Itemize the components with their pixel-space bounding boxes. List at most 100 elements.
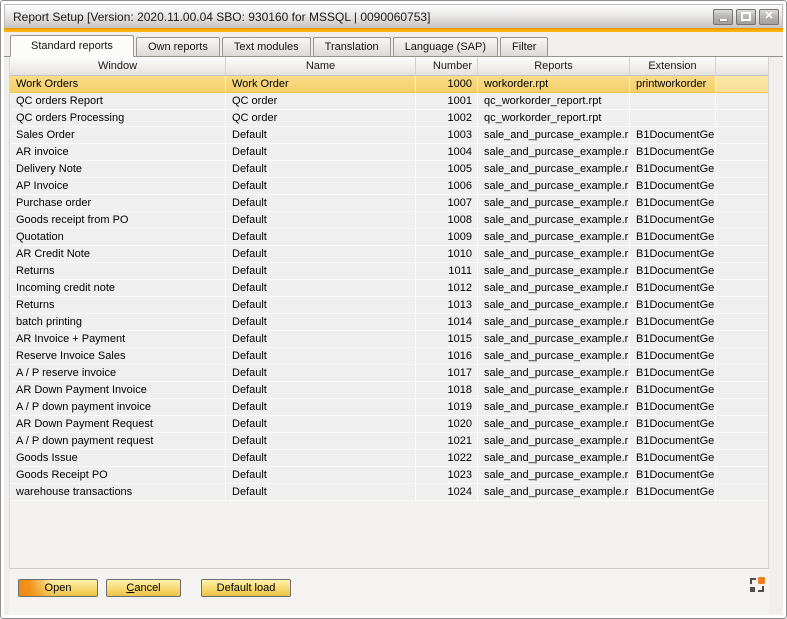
tab-own-reports[interactable]: Own reports <box>136 37 220 56</box>
column-header-reports[interactable]: Reports <box>478 57 630 75</box>
cell-window: Goods receipt from PO <box>10 212 226 228</box>
table-row[interactable]: QC orders Report QC order 1001 qc_workor… <box>10 93 768 110</box>
cell-extension: B1DocumentGenera <box>630 127 716 143</box>
cell-report: sale_and_purcase_example.rpt <box>478 467 630 483</box>
table-row[interactable]: batch printing Default 1014 sale_and_pur… <box>10 314 768 331</box>
default-load-button-label: Default load <box>202 580 290 596</box>
cell-blank <box>716 348 768 364</box>
table-row[interactable]: AR Invoice + Payment Default 1015 sale_a… <box>10 331 768 348</box>
table-row[interactable]: AR Down Payment Request Default 1020 sal… <box>10 416 768 433</box>
table-row[interactable]: Goods Issue Default 1022 sale_and_purcas… <box>10 450 768 467</box>
cell-number: 1007 <box>416 195 478 211</box>
cell-extension: B1DocumentGenera <box>630 331 716 347</box>
cell-extension: B1DocumentGenera <box>630 467 716 483</box>
cell-extension: B1DocumentGenera <box>630 433 716 449</box>
cell-report: sale_and_purcase_example.rpt <box>478 127 630 143</box>
cell-name: Work Order <box>226 76 416 92</box>
cell-name: Default <box>226 365 416 381</box>
cell-blank <box>716 161 768 177</box>
cell-number: 1019 <box>416 399 478 415</box>
table-row[interactable]: Incoming credit note Default 1012 sale_a… <box>10 280 768 297</box>
table-row[interactable]: Quotation Default 1009 sale_and_purcase_… <box>10 229 768 246</box>
tab-translation[interactable]: Translation <box>313 37 391 56</box>
table-row[interactable]: A / P down payment request Default 1021 … <box>10 433 768 450</box>
cell-extension: B1DocumentGenera <box>630 263 716 279</box>
cell-window: AR Down Payment Request <box>10 416 226 432</box>
cell-name: Default <box>226 144 416 160</box>
cell-number: 1016 <box>416 348 478 364</box>
table-row[interactable]: AR Down Payment Invoice Default 1018 sal… <box>10 382 768 399</box>
maximize-button[interactable] <box>736 9 756 25</box>
cell-blank <box>716 178 768 194</box>
cell-name: QC order <box>226 110 416 126</box>
tab-filter[interactable]: Filter <box>500 37 548 56</box>
cell-extension: B1DocumentGenera <box>630 246 716 262</box>
cell-report: sale_and_purcase_example.rpt <box>478 246 630 262</box>
table-row[interactable]: AR Credit Note Default 1010 sale_and_pur… <box>10 246 768 263</box>
table-row[interactable]: A / P reserve invoice Default 1017 sale_… <box>10 365 768 382</box>
table-row[interactable]: Goods receipt from PO Default 1008 sale_… <box>10 212 768 229</box>
cell-extension: B1DocumentGenera <box>630 399 716 415</box>
cancel-button[interactable]: Cancel <box>106 579 181 597</box>
tab-standard-reports[interactable]: Standard reports <box>10 35 134 57</box>
table-row[interactable]: Returns Default 1013 sale_and_purcase_ex… <box>10 297 768 314</box>
link-corner-icon[interactable] <box>749 577 765 593</box>
table-row[interactable]: Sales Order Default 1003 sale_and_purcas… <box>10 127 768 144</box>
tab-text-modules[interactable]: Text modules <box>222 37 311 56</box>
cell-report: sale_and_purcase_example.rpt <box>478 484 630 500</box>
cell-name: Default <box>226 331 416 347</box>
cell-window: AR invoice <box>10 144 226 160</box>
cell-blank <box>716 331 768 347</box>
cell-blank <box>716 212 768 228</box>
cell-window: AR Down Payment Invoice <box>10 382 226 398</box>
cell-window: QC orders Processing <box>10 110 226 126</box>
tab-bar: Standard reportsOwn reportsText modulesT… <box>4 32 783 57</box>
window-controls: ✕ <box>713 9 779 25</box>
column-header-name[interactable]: Name <box>226 57 416 75</box>
cell-number: 1003 <box>416 127 478 143</box>
cell-window: A / P reserve invoice <box>10 365 226 381</box>
table-row[interactable]: Delivery Note Default 1005 sale_and_purc… <box>10 161 768 178</box>
cell-number: 1009 <box>416 229 478 245</box>
cell-blank <box>716 382 768 398</box>
table-row[interactable]: Returns Default 1011 sale_and_purcase_ex… <box>10 263 768 280</box>
table-row[interactable]: Purchase order Default 1007 sale_and_pur… <box>10 195 768 212</box>
report-setup-window: Report Setup [Version: 2020.11.00.04 SBO… <box>0 0 787 619</box>
cell-number: 1013 <box>416 297 478 313</box>
cell-number: 1017 <box>416 365 478 381</box>
cell-report: sale_and_purcase_example.rpt <box>478 348 630 364</box>
tab-language-sap[interactable]: Language (SAP) <box>393 37 498 56</box>
cell-extension: B1DocumentGenera <box>630 382 716 398</box>
table-row[interactable]: QC orders Processing QC order 1002 qc_wo… <box>10 110 768 127</box>
open-button[interactable]: Open <box>18 579 98 597</box>
column-header-extension[interactable]: Extension <box>630 57 716 75</box>
title-bar[interactable]: Report Setup [Version: 2020.11.00.04 SBO… <box>4 4 783 28</box>
cell-number: 1014 <box>416 314 478 330</box>
cell-number: 1000 <box>416 76 478 92</box>
cell-window: Returns <box>10 263 226 279</box>
cell-report: sale_and_purcase_example.rpt <box>478 382 630 398</box>
table-row[interactable]: Work Orders Work Order 1000 workorder.rp… <box>10 76 768 93</box>
table-row[interactable]: warehouse transactions Default 1024 sale… <box>10 484 768 501</box>
table-row[interactable]: Goods Receipt PO Default 1023 sale_and_p… <box>10 467 768 484</box>
cell-blank <box>716 229 768 245</box>
column-header-window[interactable]: Window <box>10 57 226 75</box>
minimize-button[interactable] <box>713 9 733 25</box>
table-row[interactable]: AR invoice Default 1004 sale_and_purcase… <box>10 144 768 161</box>
cell-name: Default <box>226 382 416 398</box>
cell-extension: B1DocumentGenera <box>630 348 716 364</box>
cell-name: Default <box>226 484 416 500</box>
table-row[interactable]: AP Invoice Default 1006 sale_and_purcase… <box>10 178 768 195</box>
cell-number: 1005 <box>416 161 478 177</box>
table-row[interactable]: Reserve Invoice Sales Default 1016 sale_… <box>10 348 768 365</box>
cell-number: 1004 <box>416 144 478 160</box>
close-button[interactable]: ✕ <box>759 9 779 25</box>
cell-window: AR Credit Note <box>10 246 226 262</box>
column-header-number[interactable]: Number <box>416 57 478 75</box>
table-row[interactable]: A / P down payment invoice Default 1019 … <box>10 399 768 416</box>
cell-window: A / P down payment invoice <box>10 399 226 415</box>
cell-window: AP Invoice <box>10 178 226 194</box>
cell-window: Returns <box>10 297 226 313</box>
default-load-button[interactable]: Default load <box>201 579 291 597</box>
cell-name: Default <box>226 195 416 211</box>
